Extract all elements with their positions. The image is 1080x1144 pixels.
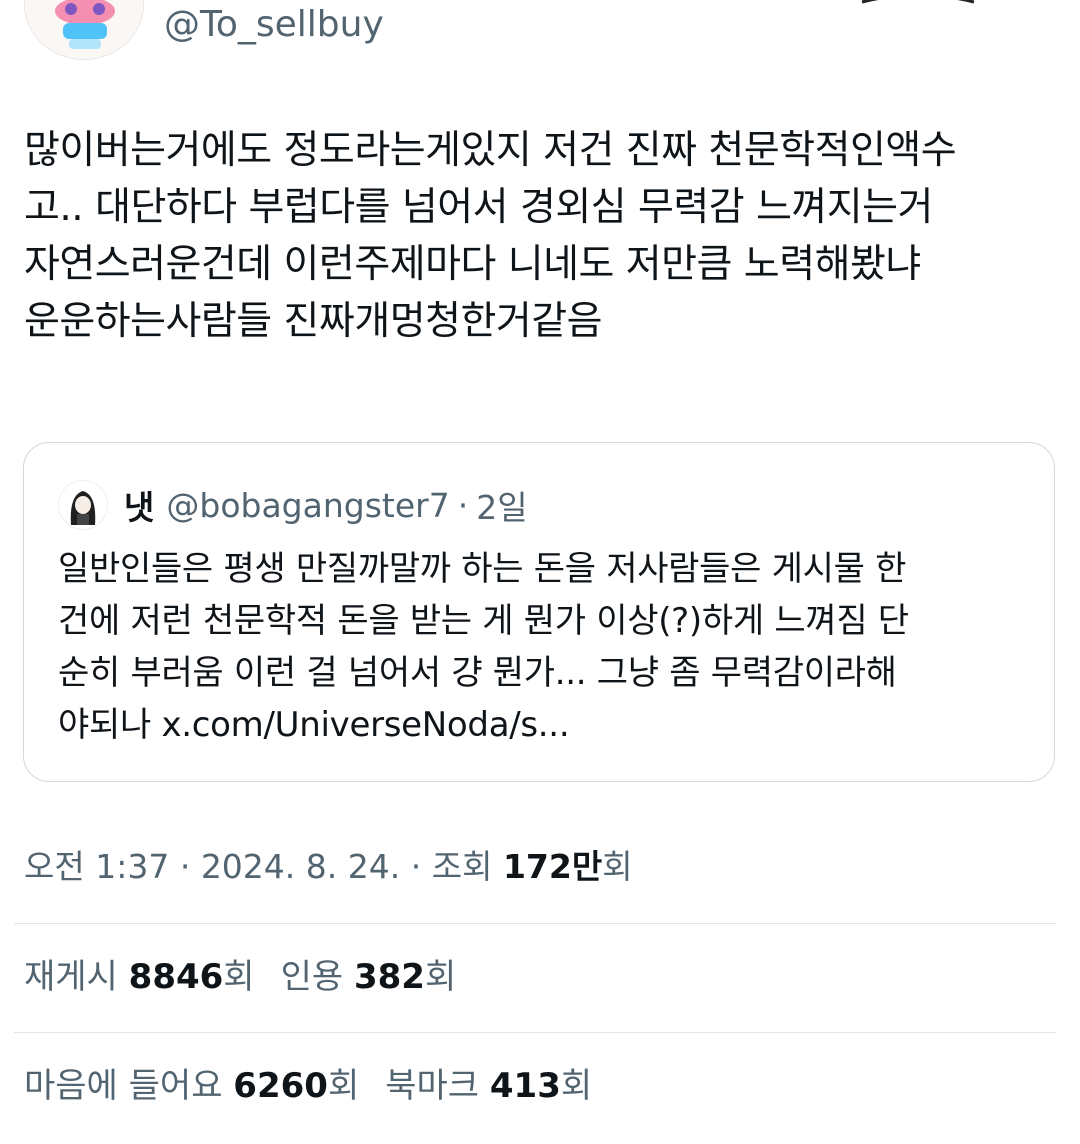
reposts-suffix: 회 bbox=[223, 957, 255, 997]
divider bbox=[14, 923, 1056, 924]
quote-separator: · bbox=[457, 485, 469, 525]
quotes-count: 382 bbox=[353, 957, 425, 997]
quote-header: 냇 @bobagangster7 · 2일 bbox=[58, 477, 528, 533]
quote-author-name[interactable]: 냇 bbox=[124, 481, 154, 529]
quotes-suffix: 회 bbox=[424, 957, 457, 997]
likes-suffix: 회 bbox=[327, 1066, 360, 1106]
author-avatar[interactable] bbox=[24, 0, 144, 60]
quote-timestamp[interactable]: 2일 bbox=[476, 481, 527, 529]
tweet-time[interactable]: 오전 1:37 bbox=[24, 847, 169, 886]
author-handle[interactable]: @To_sellbuy bbox=[164, 2, 384, 48]
header-button-icon[interactable] bbox=[858, 0, 978, 4]
tweet-meta: 오전 1:37 · 2024. 8. 24. · 조회 172만회 bbox=[24, 842, 633, 892]
bookmarks-label: 북마크 bbox=[385, 1066, 490, 1106]
bookmarks-count: 413 bbox=[489, 1066, 561, 1106]
reposts-stat[interactable]: 재게시 8846회 bbox=[24, 957, 255, 997]
engagement-stats-row-1: 재게시 8846회 인용 382회 bbox=[24, 952, 456, 1002]
engagement-stats-row-2: 마음에 들어요 6260회 북마크 413회 bbox=[24, 1061, 592, 1111]
meta-separator: · bbox=[169, 847, 201, 886]
quotes-stat[interactable]: 인용 382회 bbox=[281, 957, 457, 997]
likes-count: 6260 bbox=[233, 1066, 328, 1106]
views-label: 조회 bbox=[431, 847, 503, 886]
likes-stat[interactable]: 마음에 들어요 6260회 bbox=[24, 1066, 359, 1106]
reposts-count: 8846 bbox=[128, 957, 224, 997]
tweet-header: @To_sellbuy bbox=[0, 0, 1080, 70]
quote-tweet-card[interactable]: 냇 @bobagangster7 · 2일 일반인들은 평생 만질까말까 하는 … bbox=[23, 442, 1055, 782]
quote-author-handle[interactable]: @bobagangster7 bbox=[166, 486, 449, 525]
reposts-label: 재게시 bbox=[24, 957, 129, 997]
girl-character-avatar-icon bbox=[59, 481, 107, 529]
meta-separator: · bbox=[400, 847, 432, 886]
bookmarks-suffix: 회 bbox=[560, 1066, 593, 1106]
tweet-text: 많이버는거에도 정도라는게있지 저건 진짜 천문학적인액수 고.. 대단하다 부… bbox=[24, 128, 957, 344]
bookmarks-stat[interactable]: 북마크 413회 bbox=[385, 1066, 592, 1106]
divider bbox=[14, 1032, 1056, 1033]
quotes-label: 인용 bbox=[280, 957, 354, 997]
likes-label: 마음에 들어요 bbox=[24, 1066, 234, 1106]
views-suffix: 회 bbox=[602, 847, 633, 886]
pink-character-avatar-icon bbox=[25, 0, 143, 59]
quote-avatar[interactable] bbox=[58, 480, 108, 530]
views-count: 172만 bbox=[502, 847, 603, 886]
tweet-date[interactable]: 2024. 8. 24. bbox=[201, 847, 400, 886]
quote-text: 일반인들은 평생 만질까말까 하는 돈을 저사람들은 게시물 한 건에 저런 천… bbox=[58, 549, 909, 745]
